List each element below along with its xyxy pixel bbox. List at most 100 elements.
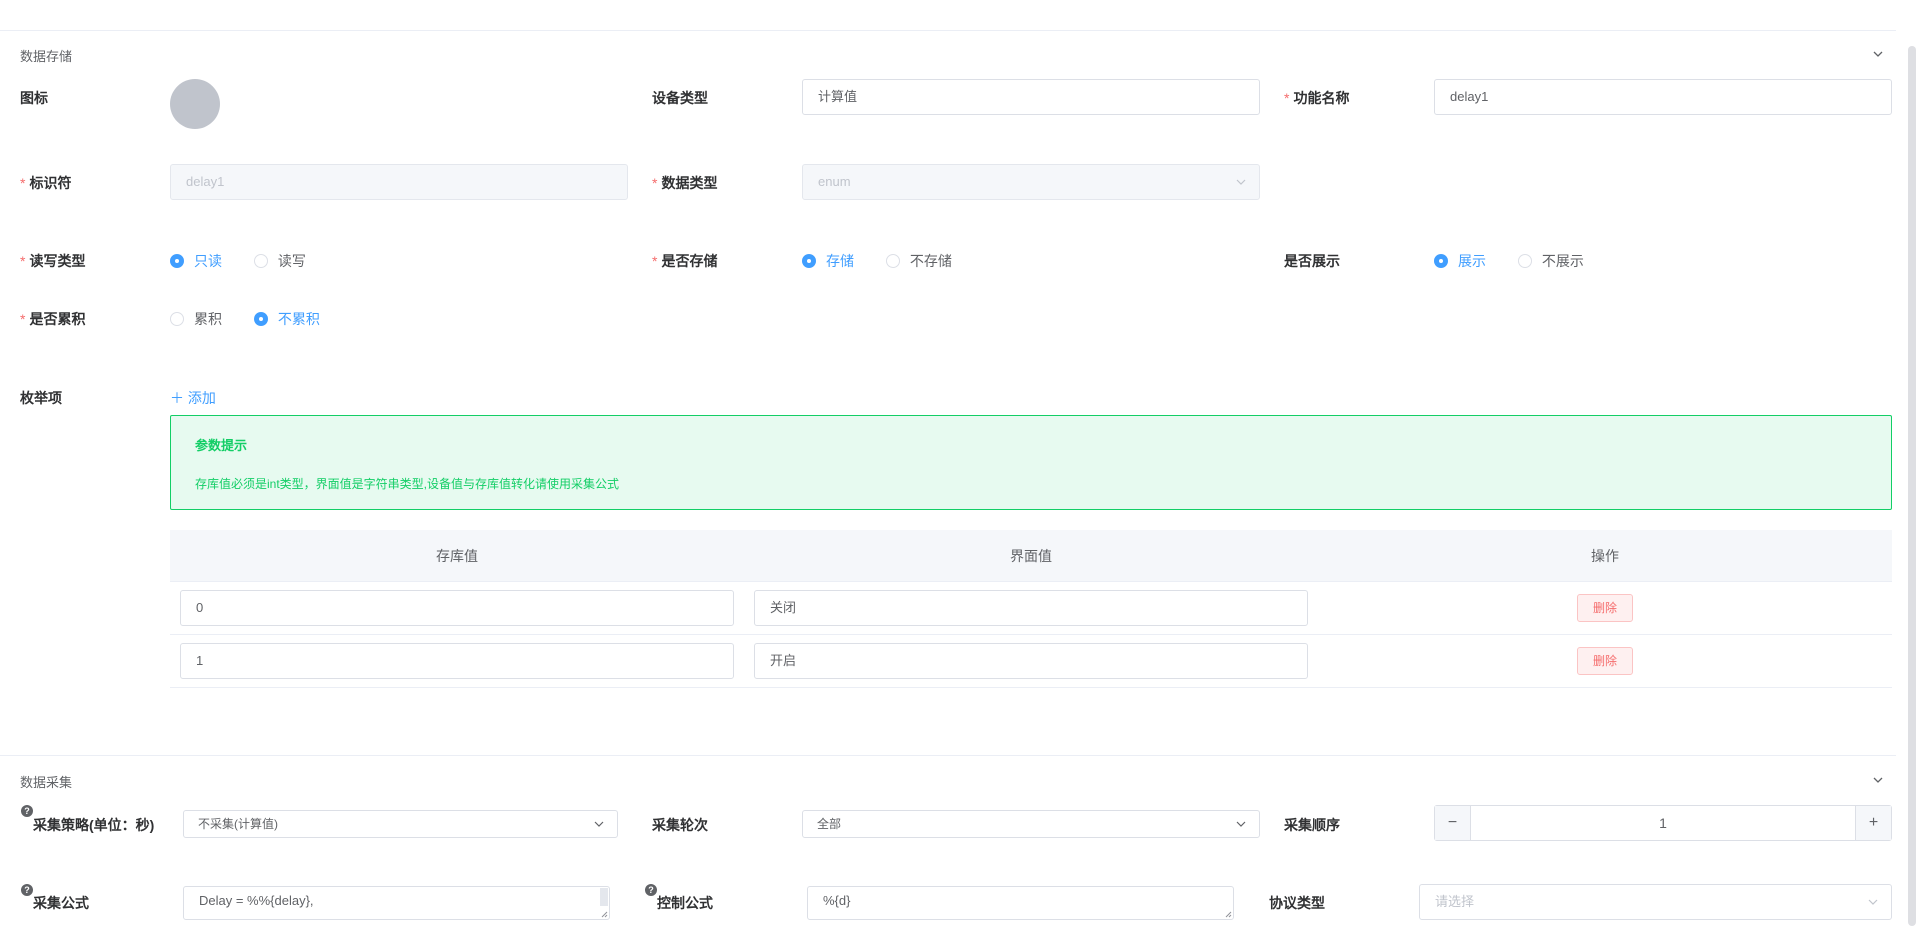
table-header: 存库值 界面值 操作 xyxy=(170,530,1892,582)
radio-dot xyxy=(170,312,184,326)
help-icon[interactable]: ? xyxy=(21,884,33,896)
required-mark: * xyxy=(652,253,658,269)
add-label: 添加 xyxy=(187,390,216,406)
data-type-select[interactable]: enum xyxy=(802,164,1260,200)
required-mark: * xyxy=(20,253,26,269)
delete-button[interactable]: 删除 xyxy=(1577,647,1633,675)
control-formula-textarea[interactable]: %{d} xyxy=(807,886,1234,920)
is-show-radio-group: 展示 不展示 xyxy=(1434,251,1612,271)
top-divider xyxy=(0,30,1896,31)
radio-no-show[interactable]: 不展示 xyxy=(1517,251,1584,271)
radio-readonly[interactable]: 只读 xyxy=(170,251,222,271)
device-type-input[interactable]: 计算值 xyxy=(802,79,1260,115)
add-enum-button[interactable]: ＋ 添加 xyxy=(170,388,216,408)
protocol-select[interactable]: 请选择 xyxy=(1419,884,1892,920)
radio-no-accumulate[interactable]: 不累积 xyxy=(253,309,320,329)
is-accumulate-label: * 是否累积 xyxy=(20,309,85,329)
radio-show[interactable]: 展示 xyxy=(1434,251,1486,271)
strategy-value: 不采集(计算值) xyxy=(198,817,278,831)
chevron-down-icon xyxy=(1868,899,1878,905)
radio-label: 不展示 xyxy=(1541,253,1584,269)
decrement-button[interactable]: − xyxy=(1435,806,1471,840)
rw-type-label: * 读写类型 xyxy=(20,251,85,271)
protocol-label: 协议类型 xyxy=(1269,895,1325,911)
device-type-label: 设备类型 xyxy=(652,90,708,106)
radio-dot xyxy=(253,254,268,268)
page-scrollbar[interactable] xyxy=(1908,46,1916,926)
store-value-input[interactable]: 1 xyxy=(180,643,734,679)
radio-dot xyxy=(802,254,816,268)
radio-accumulate[interactable]: 累积 xyxy=(170,309,222,329)
display-value-input[interactable]: 关闭 xyxy=(754,590,1308,626)
required-mark: * xyxy=(652,175,658,191)
is-store-label: * 是否存储 xyxy=(652,251,717,271)
strategy-select[interactable]: 不采集(计算值) xyxy=(183,810,618,838)
control-formula-label: 控制公式 xyxy=(657,895,713,911)
order-stepper: − 1 + xyxy=(1434,805,1892,841)
radio-no-store[interactable]: 不存储 xyxy=(885,251,952,271)
rounds-value: 全部 xyxy=(817,817,842,831)
formula-textarea[interactable]: Delay = %%{delay}, xyxy=(183,886,610,920)
section-title-collect: 数据采集 xyxy=(20,775,73,790)
formula-value: Delay = %%{delay}, xyxy=(199,893,314,908)
avatar[interactable] xyxy=(170,79,220,129)
store-value-input[interactable]: 0 xyxy=(180,590,734,626)
chevron-down-icon[interactable] xyxy=(1871,773,1885,787)
is-accumulate-radio-group: 累积 不累积 xyxy=(170,309,348,329)
icon-label: 图标 xyxy=(20,90,48,106)
delete-button[interactable]: 删除 xyxy=(1577,594,1633,622)
function-name-input[interactable]: delay1 xyxy=(1434,79,1892,115)
radio-label: 只读 xyxy=(194,253,222,269)
radio-dot xyxy=(253,312,268,326)
function-name-label: * 功能名称 xyxy=(1284,88,1349,108)
display-value-input[interactable]: 开启 xyxy=(754,643,1308,679)
data-type-label: * 数据类型 xyxy=(652,173,717,193)
resize-handle-icon[interactable] xyxy=(1224,910,1232,918)
alert-tip: 参数提示 存库值必须是int类型，界面值是字符串类型,设备值与存库值转化请使用采… xyxy=(170,415,1892,510)
required-mark: * xyxy=(1284,90,1290,106)
is-store-radio-group: 存储 不存储 xyxy=(802,251,980,271)
rw-type-radio-group: 只读 读写 xyxy=(170,251,334,271)
order-value-input[interactable]: 1 xyxy=(1471,806,1855,840)
table-row: 0 关闭 删除 xyxy=(170,582,1892,635)
help-icon[interactable]: ? xyxy=(645,884,657,896)
increment-button[interactable]: + xyxy=(1855,806,1891,840)
identifier-input[interactable]: delay1 xyxy=(170,164,628,200)
is-accumulate-label-text: 是否累积 xyxy=(29,311,86,327)
is-show-label: 是否展示 xyxy=(1284,253,1340,269)
table-header-cell: 操作 xyxy=(1591,548,1619,564)
plus-icon: ＋ xyxy=(170,390,184,406)
table-header-cell: 界面值 xyxy=(1010,548,1052,564)
radio-readwrite[interactable]: 读写 xyxy=(253,251,306,271)
order-label: 采集顺序 xyxy=(1284,817,1340,833)
rw-type-label-text: 读写类型 xyxy=(29,253,86,269)
function-name-label-text: 功能名称 xyxy=(1293,90,1350,106)
help-icon[interactable]: ? xyxy=(21,805,33,817)
radio-label: 展示 xyxy=(1458,253,1486,269)
page: 数据存储 图标 设备类型 计算值 * 功能名称 delay1 * 标识符 delay… xyxy=(0,0,1920,931)
enum-label: 枚举项 xyxy=(20,390,62,406)
radio-dot xyxy=(1434,254,1448,268)
chevron-down-icon xyxy=(1236,179,1246,185)
rounds-label: 采集轮次 xyxy=(652,817,708,833)
radio-dot xyxy=(1517,254,1532,268)
protocol-placeholder: 请选择 xyxy=(1435,894,1475,909)
rounds-select[interactable]: 全部 xyxy=(802,810,1260,838)
resize-handle-icon[interactable] xyxy=(600,910,608,918)
radio-label: 不存储 xyxy=(909,253,952,269)
identifier-label: * 标识符 xyxy=(20,173,71,193)
radio-label: 存储 xyxy=(826,253,854,269)
identifier-label-text: 标识符 xyxy=(29,175,72,191)
chevron-down-icon[interactable] xyxy=(1871,47,1885,61)
required-mark: * xyxy=(20,175,26,191)
chevron-down-icon xyxy=(1236,821,1246,827)
textarea-scrollbar[interactable] xyxy=(600,888,608,906)
control-formula-value: %{d} xyxy=(823,893,851,908)
radio-dot xyxy=(885,254,900,268)
enum-table: 存库值 界面值 操作 0 关闭 删除 1 开启 删除 xyxy=(170,530,1892,688)
radio-store[interactable]: 存储 xyxy=(802,251,854,271)
radio-label: 累积 xyxy=(194,311,222,327)
is-store-label-text: 是否存储 xyxy=(661,253,718,269)
radio-label: 不累积 xyxy=(277,311,320,327)
required-mark: * xyxy=(20,311,26,327)
